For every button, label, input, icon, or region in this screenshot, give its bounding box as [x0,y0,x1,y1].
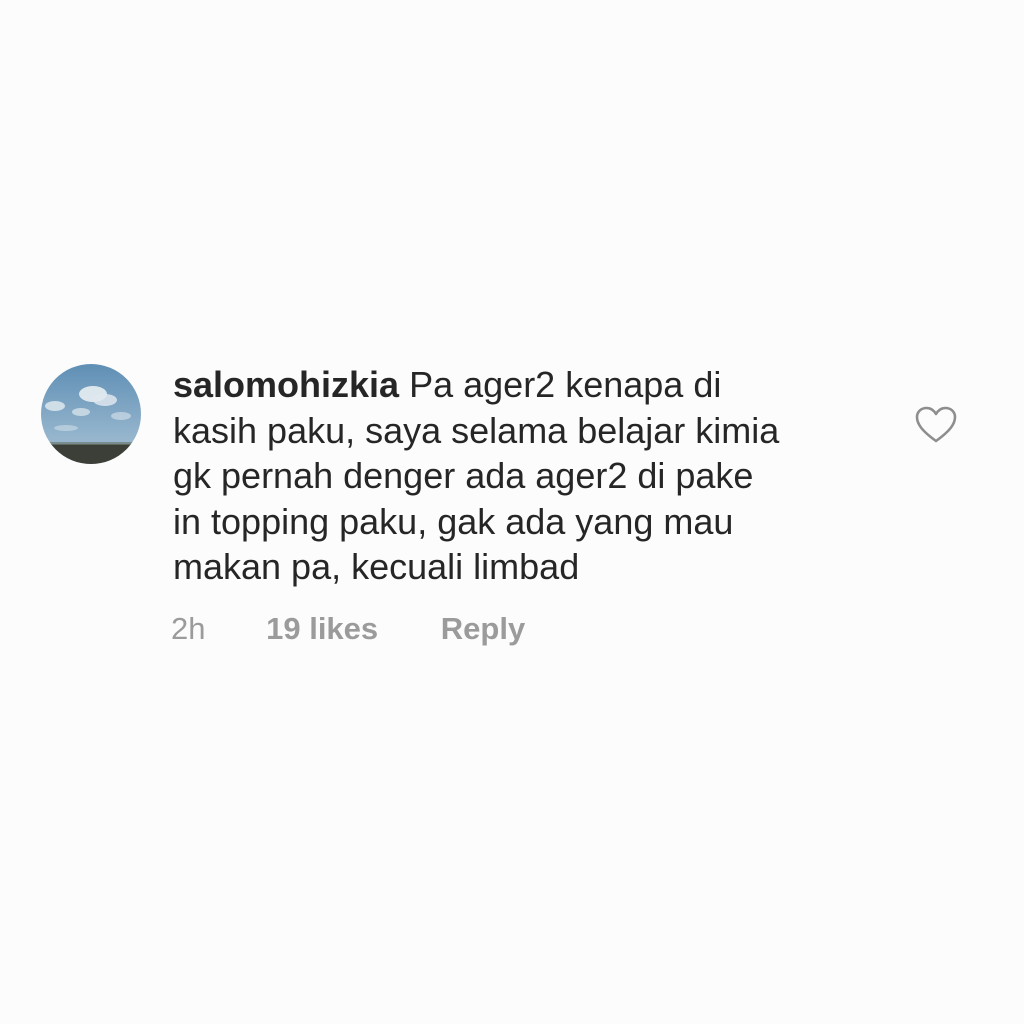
avatar[interactable] [41,364,141,464]
comment-text-line: in topping paku, gak ada yang mau [173,500,734,542]
comment-text-line: Pa ager2 kenapa di [409,364,722,405]
comment-timestamp: 2h [171,611,206,646]
avatar-sky-photo [41,364,141,464]
comment-line-1: salomohizkia Pa ager2 kenapa di [173,362,873,408]
comment-text-line: kasih paku, saya selama belajar kimia [173,409,780,451]
heart-outline-icon [915,406,957,443]
comment-text-line: makan pa, kecuali limbad [173,546,580,587]
comment-username[interactable]: salomohizkia [173,364,399,405]
comment-text-line: gk pernah denger ada ager2 di pake [173,455,754,496]
likes-count[interactable]: 19 likes [266,608,378,650]
reply-button[interactable]: Reply [441,608,525,650]
comment-meta: 2h 19 likes Reply [171,608,525,650]
comment-screen: salomohizkia Pa ager2 kenapa di kasih pa… [0,0,1024,1024]
comment-body: salomohizkia Pa ager2 kenapa di kasih pa… [173,362,873,590]
like-button[interactable] [914,405,958,445]
